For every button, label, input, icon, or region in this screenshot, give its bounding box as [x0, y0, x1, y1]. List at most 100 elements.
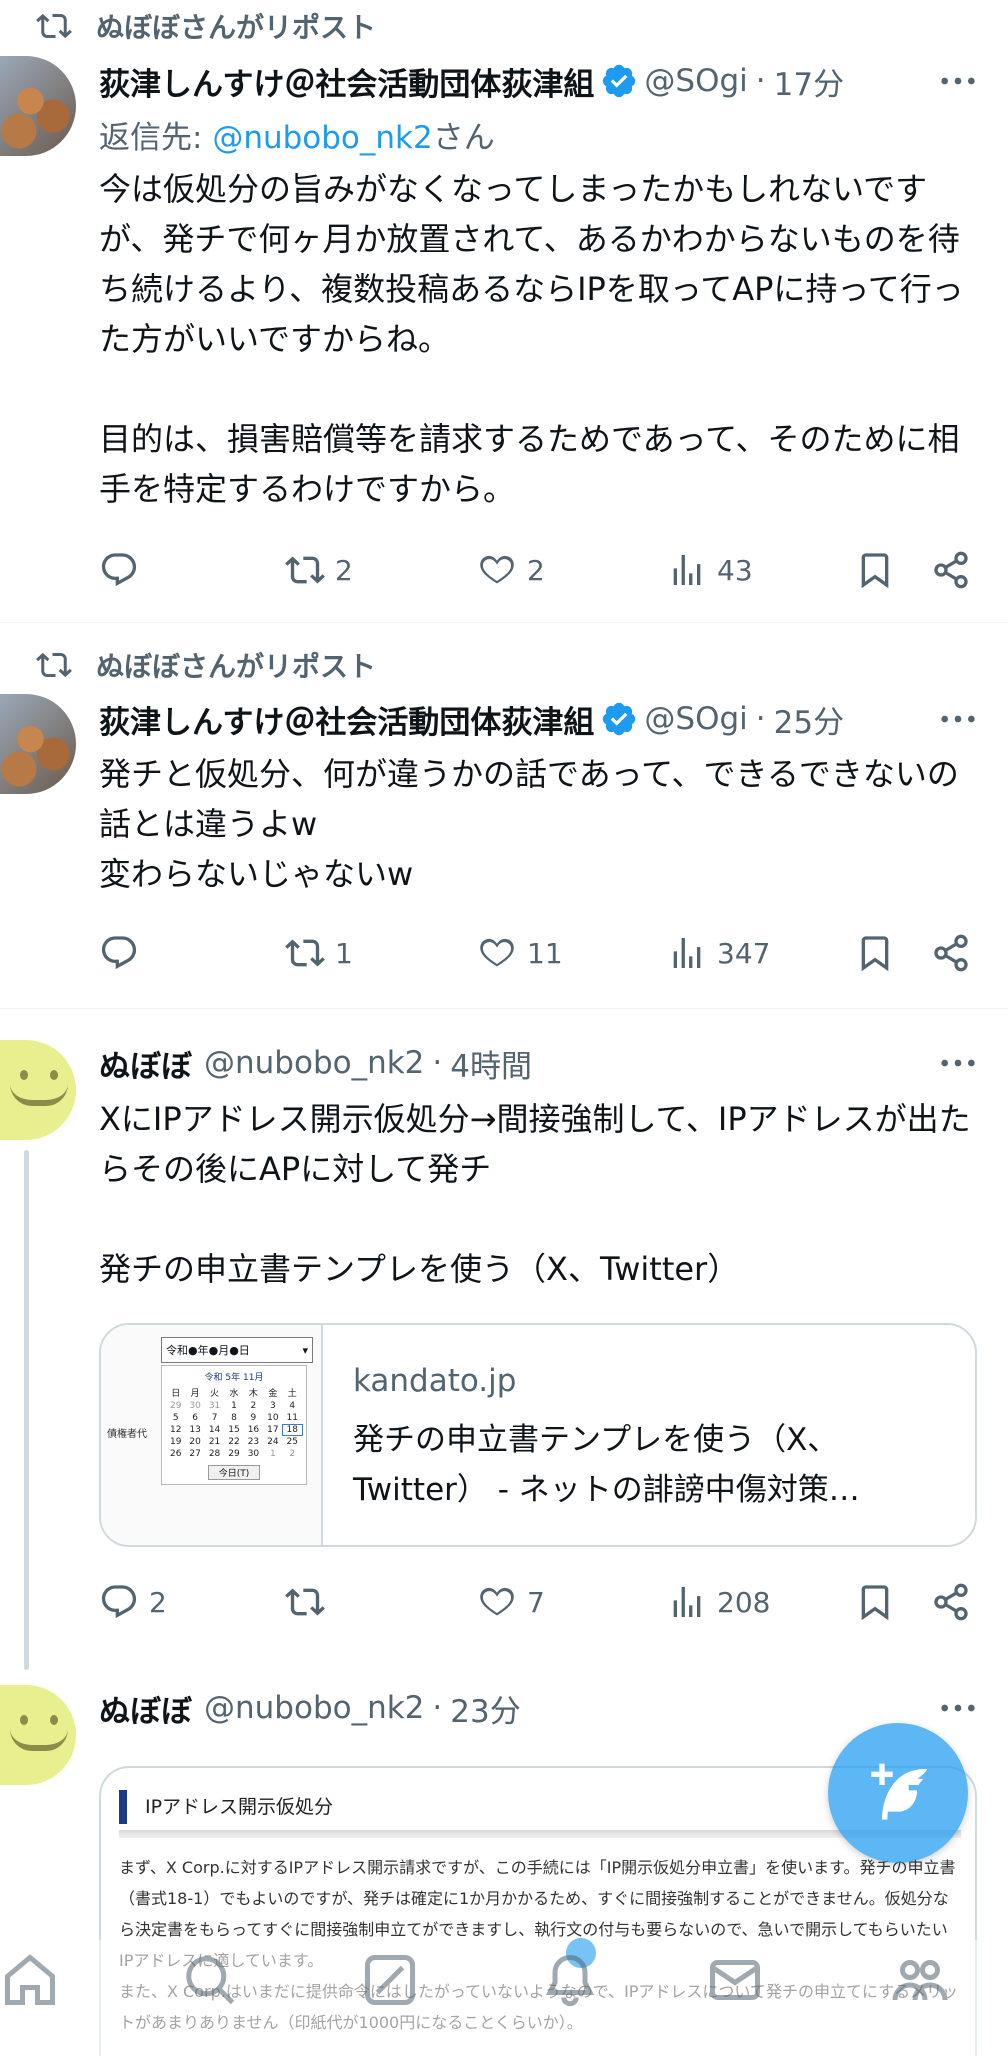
grok-icon[interactable] — [360, 1950, 420, 2010]
verified-badge-icon — [603, 64, 636, 98]
avatar[interactable] — [0, 1040, 76, 1140]
search-icon[interactable] — [180, 1950, 240, 2010]
repost-label: ぬぼぼさんがリポスト — [96, 11, 377, 44]
thread-connector-line — [24, 1150, 29, 1670]
card-domain: kandato.jp — [353, 1363, 517, 1399]
handle[interactable]: @SOgi — [644, 701, 747, 737]
reply-button[interactable] — [99, 928, 149, 978]
retweet-button[interactable]: 2 — [285, 545, 353, 595]
heart-icon — [480, 938, 514, 967]
more-options-icon[interactable] — [938, 1691, 978, 1725]
card-title: 発チの申立書テンプレを使う（X、Twitter） - ネットの誹謗中傷対策… — [353, 1422, 860, 1508]
more-options-icon[interactable] — [938, 702, 978, 736]
view-count: 43 — [717, 553, 753, 587]
retweet-icon — [285, 1588, 325, 1616]
retweet-count: 2 — [335, 553, 353, 587]
bookmark-icon — [861, 553, 889, 589]
display-name[interactable]: 荻津しんすけ＠社会活動団体荻津組 — [99, 59, 594, 104]
retweet-count: 1 — [335, 936, 353, 970]
reply-button[interactable]: 2 — [99, 1577, 167, 1627]
tweet-divider — [0, 622, 1008, 623]
bookmark-button[interactable] — [855, 1577, 905, 1627]
handle[interactable]: @nubobo_nk2 — [204, 1690, 424, 1726]
timestamp[interactable]: 17分 — [774, 59, 844, 104]
timestamp[interactable]: 25分 — [774, 697, 844, 742]
tweet-actions: 1 11 347 — [99, 928, 979, 978]
timestamp[interactable]: 4時間 — [450, 1041, 532, 1086]
share-button[interactable] — [931, 1577, 981, 1627]
separator-dot: · — [755, 701, 766, 737]
reply-button[interactable] — [99, 545, 149, 595]
notifications-bell-icon[interactable] — [540, 1950, 600, 2010]
views-chart-icon — [673, 938, 701, 968]
repost-label: ぬぼぼさんがリポスト — [96, 650, 377, 683]
retweet-icon — [36, 652, 72, 678]
bookmark-button[interactable] — [855, 928, 905, 978]
views-chart-icon — [673, 1587, 701, 1617]
retweet-button[interactable] — [285, 1577, 335, 1627]
like-button[interactable]: 2 — [477, 545, 545, 595]
timestamp[interactable]: 23分 — [450, 1686, 520, 1731]
like-button[interactable]: 11 — [477, 928, 563, 978]
today-button-image: 今日(T) — [208, 1465, 260, 1480]
home-icon[interactable] — [0, 1950, 60, 2010]
retweet-button[interactable]: 1 — [285, 928, 353, 978]
tweet-text: 発チと仮処分、何が違うかの話であって、できるできないの話とは違うよw 変わらない… — [99, 755, 959, 893]
tweet-text: XにIPアドレス開示仮処分→間接強制して、IPアドレスが出たらその後にAPに対し… — [99, 1100, 971, 1288]
display-name[interactable]: 荻津しんすけ＠社会活動団体荻津組 — [99, 697, 594, 742]
calendar-popup-image: 令和 5年 11月 日月火水木金土 29 30 31 1 2 3 4 5 6 7 8 9 10 11 1… — [161, 1365, 307, 1485]
views-button[interactable]: 347 — [667, 928, 770, 978]
like-count: 11 — [527, 936, 563, 970]
tweet-header: ぬぼぼ @nubobo_nk2 · 23分 — [99, 1683, 978, 1733]
display-name[interactable]: ぬぼぼ — [99, 1686, 192, 1731]
reply-count: 2 — [149, 1585, 167, 1619]
calendar-days-grid: 日月火水木金土 29 30 31 1 2 3 4 5 6 7 8 9 10 11 12 13 14 15 16 1… — [166, 1386, 304, 1459]
reply-suffix: さん — [432, 120, 495, 156]
views-button[interactable]: 43 — [667, 545, 753, 595]
handle[interactable]: @SOgi — [644, 63, 747, 99]
compose-post-button[interactable] — [828, 1723, 968, 1863]
more-options-icon[interactable] — [938, 1046, 978, 1080]
handle[interactable]: @nubobo_nk2 — [204, 1045, 424, 1081]
repost-indicator: ぬぼぼさんがリポスト — [36, 6, 376, 46]
document-heading: IPアドレス開示仮処分 — [119, 1790, 333, 1824]
avatar[interactable] — [0, 1685, 76, 1785]
reply-icon — [101, 936, 137, 970]
bookmark-icon — [861, 1585, 889, 1621]
separator-dot: · — [432, 1690, 443, 1726]
card-thumbnail: 令和●年●月●日 ▾ 令和 5年 11月 日月火水木金土 29 30 31 1 2 3 4 … — [101, 1325, 323, 1545]
like-count: 2 — [527, 553, 545, 587]
avatar[interactable] — [0, 694, 76, 794]
avatar[interactable] — [0, 56, 76, 156]
reply-icon — [101, 1585, 137, 1619]
separator-dot: · — [432, 1045, 443, 1081]
separator-dot: · — [755, 63, 766, 99]
like-button[interactable]: 7 — [477, 1577, 545, 1627]
tweet-divider — [0, 1008, 1008, 1009]
heart-icon — [480, 555, 514, 584]
tweet-actions: 2 2 43 — [99, 545, 979, 595]
retweet-icon — [36, 13, 72, 39]
date-field-text: 令和●年●月●日 — [166, 1344, 250, 1357]
tweet-header: 荻津しんすけ＠社会活動団体荻津組 @SOgi · 25分 — [99, 694, 978, 744]
reply-icon — [101, 553, 137, 587]
reply-mention-link[interactable]: @nubobo_nk2 — [212, 120, 432, 156]
retweet-icon — [285, 939, 325, 967]
views-button[interactable]: 208 — [667, 1577, 770, 1627]
bookmark-button[interactable] — [855, 545, 905, 595]
tweet-header: ぬぼぼ @nubobo_nk2 · 4時間 — [99, 1038, 978, 1088]
share-icon — [934, 934, 968, 972]
view-count: 347 — [717, 936, 771, 970]
tweet-text: 今は仮処分の旨みがなくなってしまったかもしれないですが、発チで何ヶ月か放置されて… — [99, 170, 964, 508]
communities-icon[interactable] — [890, 1950, 950, 2010]
document-rule — [119, 1830, 961, 1838]
messages-envelope-icon[interactable] — [705, 1950, 765, 2010]
tweet-header: 荻津しんすけ＠社会活動団体荻津組 @SOgi · 17分 — [99, 56, 978, 106]
share-button[interactable] — [931, 545, 981, 595]
link-preview-card[interactable]: 令和●年●月●日 ▾ 令和 5年 11月 日月火水木金土 29 30 31 1 2 3 4 … — [99, 1323, 977, 1547]
more-options-icon[interactable] — [938, 64, 978, 98]
reply-to-line: 返信先: @nubobo_nk2さん — [99, 112, 495, 157]
bookmark-icon — [861, 936, 889, 972]
share-button[interactable] — [931, 928, 981, 978]
display-name[interactable]: ぬぼぼ — [99, 1041, 192, 1086]
